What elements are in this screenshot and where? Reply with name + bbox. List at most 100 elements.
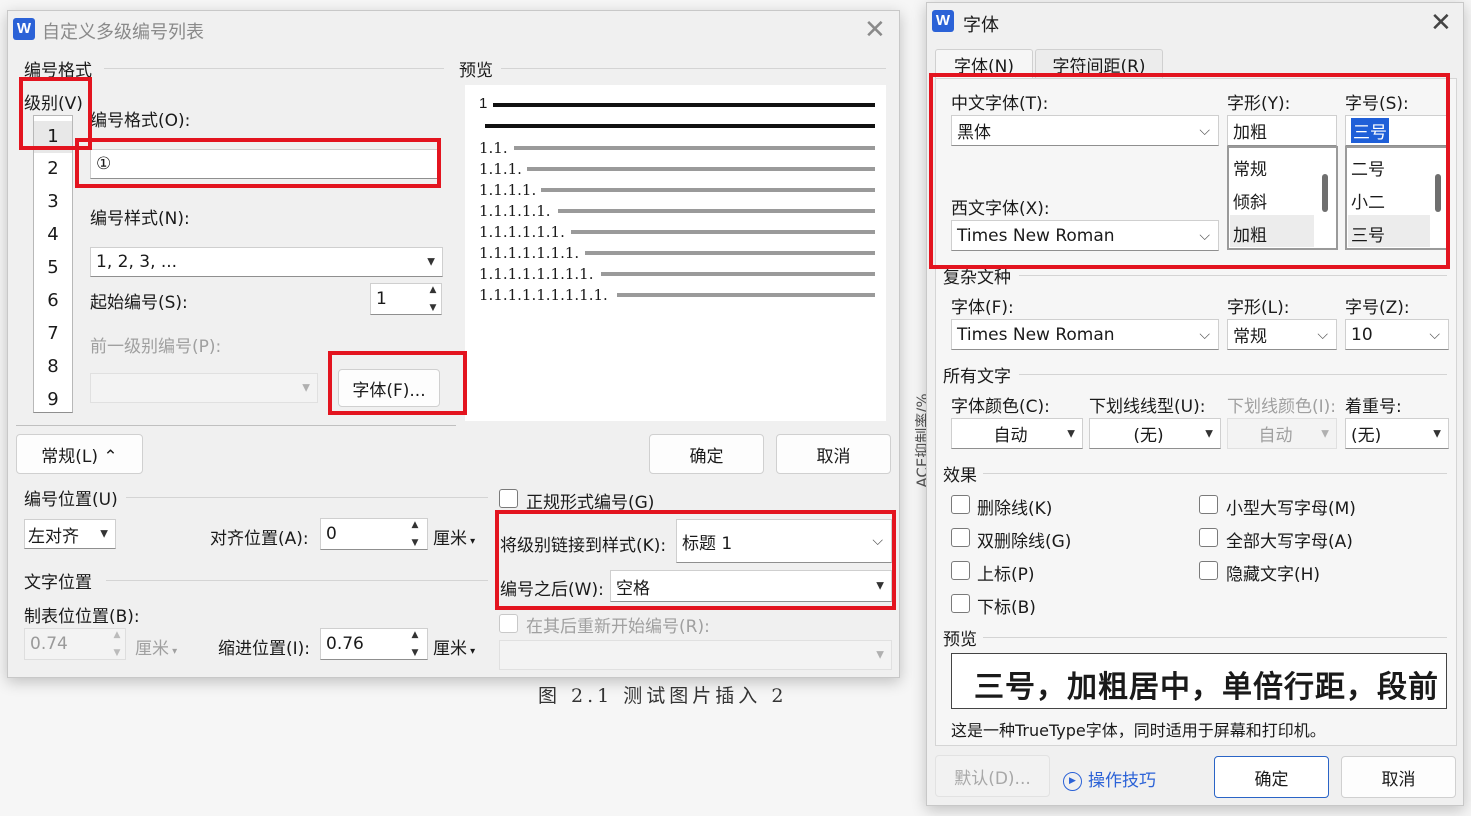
chevron-down-icon: ⌵ [1199,326,1210,343]
legal-checkbox[interactable] [499,489,518,508]
color-label: 字体颜色(C): [951,397,1050,417]
figure-caption: 图 2.1 测试图片插入 2 [538,685,788,707]
cn-font-label: 中文字体(T): [951,94,1049,114]
restart-label: 在其后重新开始编号(R): [526,617,710,637]
underline-select[interactable]: (无) ▼ [1089,418,1221,449]
complex-style-select[interactable]: 常规 ⌵ [1227,319,1337,350]
start-spinner[interactable]: ▲ ▼ [422,285,444,313]
chevron-down-icon: ⌵ [1199,122,1210,139]
west-font-select[interactable]: Times New Roman ⌵ [951,220,1219,251]
style-input[interactable]: 加粗 [1227,115,1337,146]
style-list[interactable]: 常规 倾斜 加粗 [1227,146,1338,250]
underline-label: 下划线线型(U): [1089,397,1206,417]
level-item[interactable]: 1 [34,121,72,153]
complex-font-select[interactable]: Times New Roman ⌵ [951,319,1219,350]
ok-button[interactable]: 确定 [649,434,764,474]
chevron-down-icon: ⌵ [872,533,883,549]
align-value: 0 [326,524,337,544]
format-input[interactable]: ① [90,149,439,179]
level-item[interactable]: 9 [34,389,72,410]
dropdown-arrow-icon: ▼ [302,382,310,394]
multilevel-list-dialog: W 自定义多级编号列表 ✕ 编号格式 级别(V) 1 2 3 4 5 6 7 8… [7,10,900,678]
list-item[interactable]: 加粗 [1233,221,1267,246]
dropdown-arrow-icon: ▼ [876,580,884,592]
tips-link-label: 操作技巧 [1088,771,1156,791]
emphasis-value: (无) [1351,426,1382,446]
font-preview-box: 三号，加粗居中，单倍行距，段前 [951,653,1447,709]
link-label: 将级别链接到样式(K): [500,536,667,556]
small-caps-checkbox[interactable] [1199,495,1218,514]
color-value: 自动 [993,426,1028,446]
cn-font-select[interactable]: 黑体 ⌵ [951,115,1219,146]
complex-size-value: 10 [1351,324,1373,345]
wps-logo-icon: W [13,18,35,40]
dialog-title: 字体 [963,15,999,36]
subscript-checkbox[interactable] [951,594,970,613]
cancel-button[interactable]: 取消 [776,434,891,474]
size-list[interactable]: 二号 小二 三号 [1345,146,1449,250]
legal-label: 正规形式编号(G) [526,493,655,513]
unit-select[interactable]: 厘米 ▾ [433,524,475,549]
level-item[interactable]: 6 [34,290,72,311]
scrollbar-thumb[interactable] [1322,174,1328,212]
list-item[interactable]: 常规 [1233,155,1267,180]
level-item[interactable]: 2 [34,158,72,179]
color-select[interactable]: 自动 ▼ [951,418,1083,449]
font-cancel-button[interactable]: 取消 [1341,756,1456,798]
complex-size-select[interactable]: 10 ⌵ [1345,319,1449,350]
preview-level-label: 1 [479,95,488,112]
default-button[interactable]: 默认(D)... [935,755,1050,797]
general-button[interactable]: 常规(L) ⌃ [16,434,143,474]
style-label: 字形(Y): [1227,94,1291,114]
indent-unit-select[interactable]: 厘米 ▾ [433,634,475,659]
level-list[interactable]: 1 2 3 4 5 6 7 8 9 [33,115,73,413]
size-input[interactable]: 三号 [1345,115,1449,146]
scrollbar-thumb[interactable] [1435,174,1441,212]
close-icon[interactable]: ✕ [864,17,886,43]
strikethrough-checkbox[interactable] [951,495,970,514]
tips-link[interactable]: ▶ 操作技巧 [1063,766,1156,791]
all-caps-checkbox[interactable] [1199,528,1218,547]
tab-label: 制表位位置(B): [24,607,140,627]
link-style-select[interactable]: 标题 1 ⌵ [676,519,892,563]
level-item[interactable]: 4 [34,224,72,245]
emphasis-select[interactable]: (无) ▼ [1345,418,1449,449]
format-group-label: 编号格式 [24,61,92,81]
font-note: 这是一种TrueType字体，同时适用于屏幕和打印机。 [951,721,1326,740]
indent-spinner[interactable]: ▲ ▼ [404,630,426,658]
tab-font[interactable]: 字体(N) [935,49,1033,79]
align-spinner[interactable]: ▲ ▼ [404,520,426,548]
level-item[interactable]: 8 [34,356,72,377]
subscript-label: 下标(B) [977,598,1036,618]
list-item[interactable]: 三号 [1351,221,1385,246]
format-label: 编号格式(O): [90,111,191,131]
after-select[interactable]: 空格 ▼ [610,570,892,602]
font-button[interactable]: 字体(F)... [338,369,440,407]
hidden-label: 隐藏文字(H) [1226,565,1321,585]
hidden-checkbox[interactable] [1199,561,1218,580]
dropdown-arrow-icon: ▼ [1205,428,1213,439]
unit-value: 厘米 [433,529,467,549]
close-icon[interactable]: ✕ [1430,10,1452,36]
font-ok-button[interactable]: 确定 [1214,756,1329,798]
preview-level-label: 1.1.1.1.1.1.1.1. [479,265,594,283]
list-item[interactable]: 倾斜 [1233,188,1267,213]
tab-spacing[interactable]: 字符间距(R) [1035,49,1163,79]
complex-font-value: Times New Roman [957,324,1115,345]
superscript-checkbox[interactable] [951,561,970,580]
style-select[interactable]: 1, 2, 3, ... ▼ [90,247,443,277]
list-item[interactable]: 小二 [1351,188,1385,213]
font-preview-text: 三号，加粗居中，单倍行距，段前 [974,670,1439,705]
chevron-down-icon: ⌵ [1317,326,1328,343]
level-item[interactable]: 7 [34,323,72,344]
double-strike-label: 双删除线(G) [977,532,1072,552]
double-strike-checkbox[interactable] [951,528,970,547]
dropdown-arrow-icon: ▼ [876,649,884,661]
list-item[interactable]: 二号 [1351,155,1385,180]
wps-logo-icon: W [932,10,954,32]
number-position-select[interactable]: 左对齐 ▼ [24,519,116,549]
preview-level-label: 1.1.1.1.1.1.1. [479,244,580,262]
level-item[interactable]: 3 [34,191,72,212]
level-item[interactable]: 5 [34,257,72,278]
emphasis-label: 着重号: [1345,397,1402,417]
